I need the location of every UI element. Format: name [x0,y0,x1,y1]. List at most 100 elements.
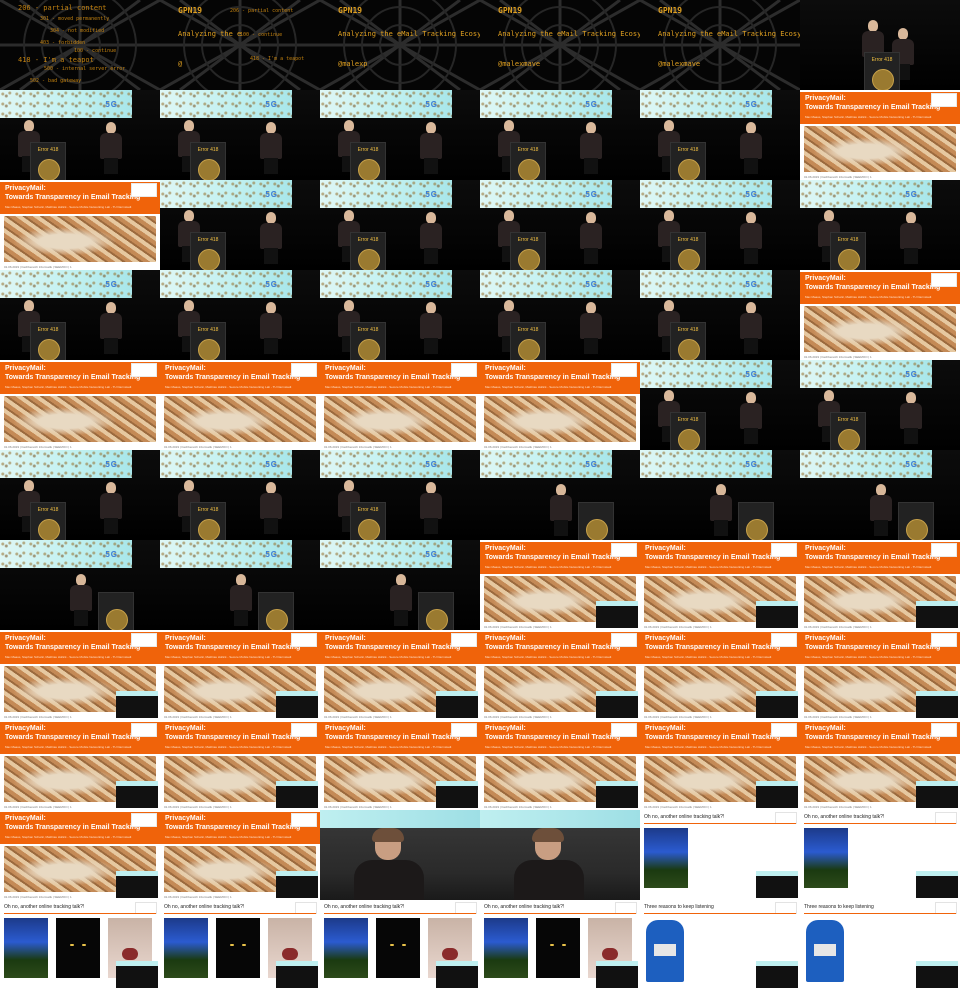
speaker-figure [390,574,412,626]
speaker-inset-video [756,961,798,988]
speaker-handle: @malexmave [498,60,541,68]
speaker-inset-video [756,691,798,718]
speaker-inset-video [916,961,958,988]
slide-photo [4,396,156,442]
lectern-emblem-icon [838,249,860,270]
lectern-emblem-icon [872,69,894,90]
slide-title-line-2: Towards Transparency in Email Tracking [485,734,621,741]
status-code-text: 100 - continue [74,48,117,54]
lectern-emblem-icon [678,339,700,360]
slide-photo [324,396,476,442]
heading-rule [164,913,316,914]
speaker-legs [744,248,758,264]
screen-logo: 5G [105,280,118,289]
lectern-sign: Error 418 [871,57,893,63]
screen-logo: 5G [585,460,598,469]
lectern-sign: Error 418 [517,327,539,333]
speaker-figure [900,212,922,264]
speaker-figure [870,484,892,536]
stage-frame: 5G Error 418 [160,180,320,270]
conference-name: GPN19 [658,6,683,15]
speaker-figure [100,122,122,174]
slide-footer: 01.06.2019 | Fachbereich Informatik | SE… [4,445,72,449]
speaker-shirt [900,403,922,429]
screen-logo: 5G [105,460,118,469]
speaker-shirt [420,493,442,519]
slide-authors: Max Maass, Stephan Schwär, Matthias Holl… [325,385,452,389]
stage-lights [480,810,640,828]
lectern-emblem-icon [106,609,128,630]
lectern-emblem-icon [266,609,288,630]
speaker-shirt [580,313,602,339]
university-crest-icon [131,723,157,737]
eye-glint [550,944,554,946]
slide-title-line-1: PrivacyMail: [5,815,46,822]
university-crest-icon [931,543,957,557]
screen-logo: 5G [265,190,278,199]
stage-frame: 5G [0,540,160,630]
stage-frame: 5G Error 418 [640,270,800,360]
screen-logo: 5G [745,100,758,109]
slide-title-line-2: Towards Transparency in Email Tracking [165,644,301,651]
speaker-shirt [100,493,122,519]
university-crest-icon [451,633,477,647]
status-code-text: 301 - moved permanently [40,16,110,22]
intro-title-card-frame: GPN19 Analyzing the e @206 - partial conte… [160,0,320,90]
stage-frame: 5G [800,450,960,540]
speaker-legs [584,248,598,264]
speaker-inset-video [116,871,158,898]
speaker-inset-video [756,781,798,808]
lectern-sign: Error 418 [197,507,219,513]
speaker-figure [550,484,572,536]
speaker-inset-video [596,601,638,628]
projection-screen: 5G [0,450,132,478]
stage-frame: 5G Error 418 [640,180,800,270]
speaker-shirt [514,860,584,900]
stage-frame: 5G Error 418 [640,360,800,450]
stage-frame: 5G Error 418 [640,90,800,180]
cat-mouth [282,948,298,960]
slide-heading: Oh no, another online tracking talk?! [804,814,885,820]
lectern: Error 418 [830,232,866,270]
screen-logo: 5G [265,280,278,289]
slide-footer: 01.06.2019 | Fachbereich Informatik | SE… [164,715,232,719]
title-slide-frame: PrivacyMail: Towards Transparency in Emai… [160,630,320,720]
projection-screen: 5G [480,180,612,208]
speaker-shirt [740,313,762,339]
speaker-figure [740,212,762,264]
speaker-figure [420,212,442,264]
slide-title-line-1: PrivacyMail: [5,185,46,192]
speaker-legs [584,338,598,354]
speaker-legs [234,610,248,626]
lectern-emblem-icon [38,519,60,540]
screen-logo: 5G [745,370,758,379]
title-slide-frame: PrivacyMail: Towards Transparency in Emai… [0,180,160,270]
lectern-sign: Error 418 [37,507,59,513]
slide-title-line-2: Towards Transparency in Email Tracking [325,734,461,741]
projection-screen: 5G [640,180,772,208]
slide-title-line-2: Towards Transparency in Email Tracking [485,644,621,651]
lectern: Error 418 [30,502,66,540]
screen-logo: 5G [425,280,438,289]
status-code-text: 206 - partial content [230,8,294,14]
heading-rule [4,913,156,914]
slide-authors: Max Maass, Stephan Schwär, Matthias Holl… [645,745,772,749]
lectern: Error 418 [864,52,900,90]
slide-authors: Max Maass, Stephan Schwär, Matthias Holl… [5,835,132,839]
lectern-emblem-icon [198,159,220,180]
university-crest-icon [451,363,477,377]
lectern-sign: Error 418 [677,417,699,423]
talk-title: Analyzing the eMail Tracking Ecosystem [498,30,640,38]
title-slide-frame: PrivacyMail: Towards Transparency in Emai… [0,720,160,810]
stage-frame: 5G Error 418 [320,90,480,180]
speaker-shirt [900,223,922,249]
lectern: Error 418 [670,322,706,360]
slide-footer: 01.06.2019 | Fachbereich Informatik | SE… [164,805,232,809]
speaker-shirt [740,223,762,249]
speaker-shirt [580,133,602,159]
cat-mouth [602,948,618,960]
slide-photo [484,396,636,442]
title-slide-frame: PrivacyMail: Towards Transparency in Emai… [800,90,960,180]
screen-logo: 5G [585,100,598,109]
university-crest-icon [291,633,317,647]
